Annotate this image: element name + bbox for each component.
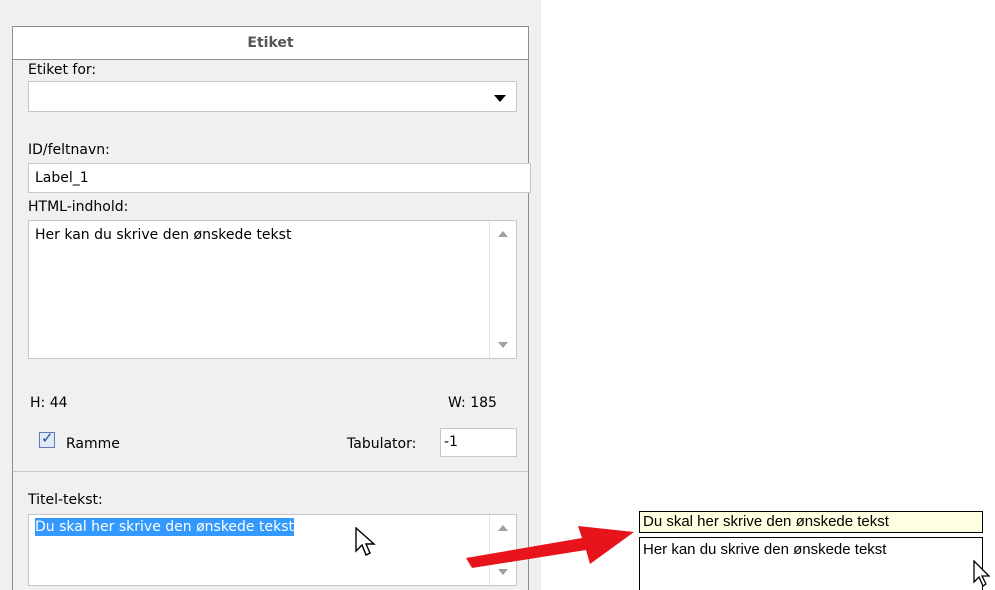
mouse-pointer-icon xyxy=(973,560,991,587)
html-content-scrollbar[interactable] xyxy=(489,221,516,358)
checkmark-icon: ✓ xyxy=(41,429,54,447)
red-arrow-icon xyxy=(466,526,634,568)
preview-label-text: Her kan du skrive den ønskede tekst xyxy=(643,541,887,558)
html-content-label: HTML-indhold: xyxy=(28,199,129,215)
label-properties-panel: Etiket Etiket for: ID/feltnavn: Label_1 … xyxy=(12,26,531,590)
frame-checkbox[interactable]: ✓ xyxy=(39,429,55,448)
id-field-label: ID/feltnavn: xyxy=(28,142,110,158)
preview-tooltip: Du skal her skrive den ønskede tekst xyxy=(639,511,983,533)
title-text-textarea[interactable]: Du skal her skrive den ønskede tekst xyxy=(28,514,517,586)
scroll-up-icon[interactable] xyxy=(498,231,508,237)
section-divider xyxy=(13,471,528,472)
id-field-input[interactable]: Label_1 xyxy=(28,163,531,193)
width-readout: W: 185 xyxy=(448,395,497,411)
html-content-value: Her kan du skrive den ønskede tekst xyxy=(35,227,292,243)
mouse-pointer-icon xyxy=(355,527,376,556)
label-for-label: Etiket for: xyxy=(28,62,97,78)
tab-index-label: Tabulator: xyxy=(347,436,417,452)
title-text-label: Titel-tekst: xyxy=(28,492,103,508)
panel-title: Etiket xyxy=(13,27,528,60)
frame-checkbox-label: Ramme xyxy=(66,436,120,452)
scroll-down-icon[interactable] xyxy=(498,342,508,348)
tab-index-input[interactable]: -1 xyxy=(440,428,517,457)
title-text-selected-value: Du skal her skrive den ønskede tekst xyxy=(35,518,294,536)
html-content-textarea[interactable]: Her kan du skrive den ønskede tekst xyxy=(28,220,517,359)
preview-label: Her kan du skrive den ønskede tekst xyxy=(639,537,983,590)
height-readout: H: 44 xyxy=(30,395,68,411)
label-for-select[interactable] xyxy=(28,81,517,112)
tab-index-value: -1 xyxy=(444,434,458,450)
id-field-value: Label_1 xyxy=(35,170,89,186)
dropdown-arrow-icon[interactable] xyxy=(494,95,506,102)
